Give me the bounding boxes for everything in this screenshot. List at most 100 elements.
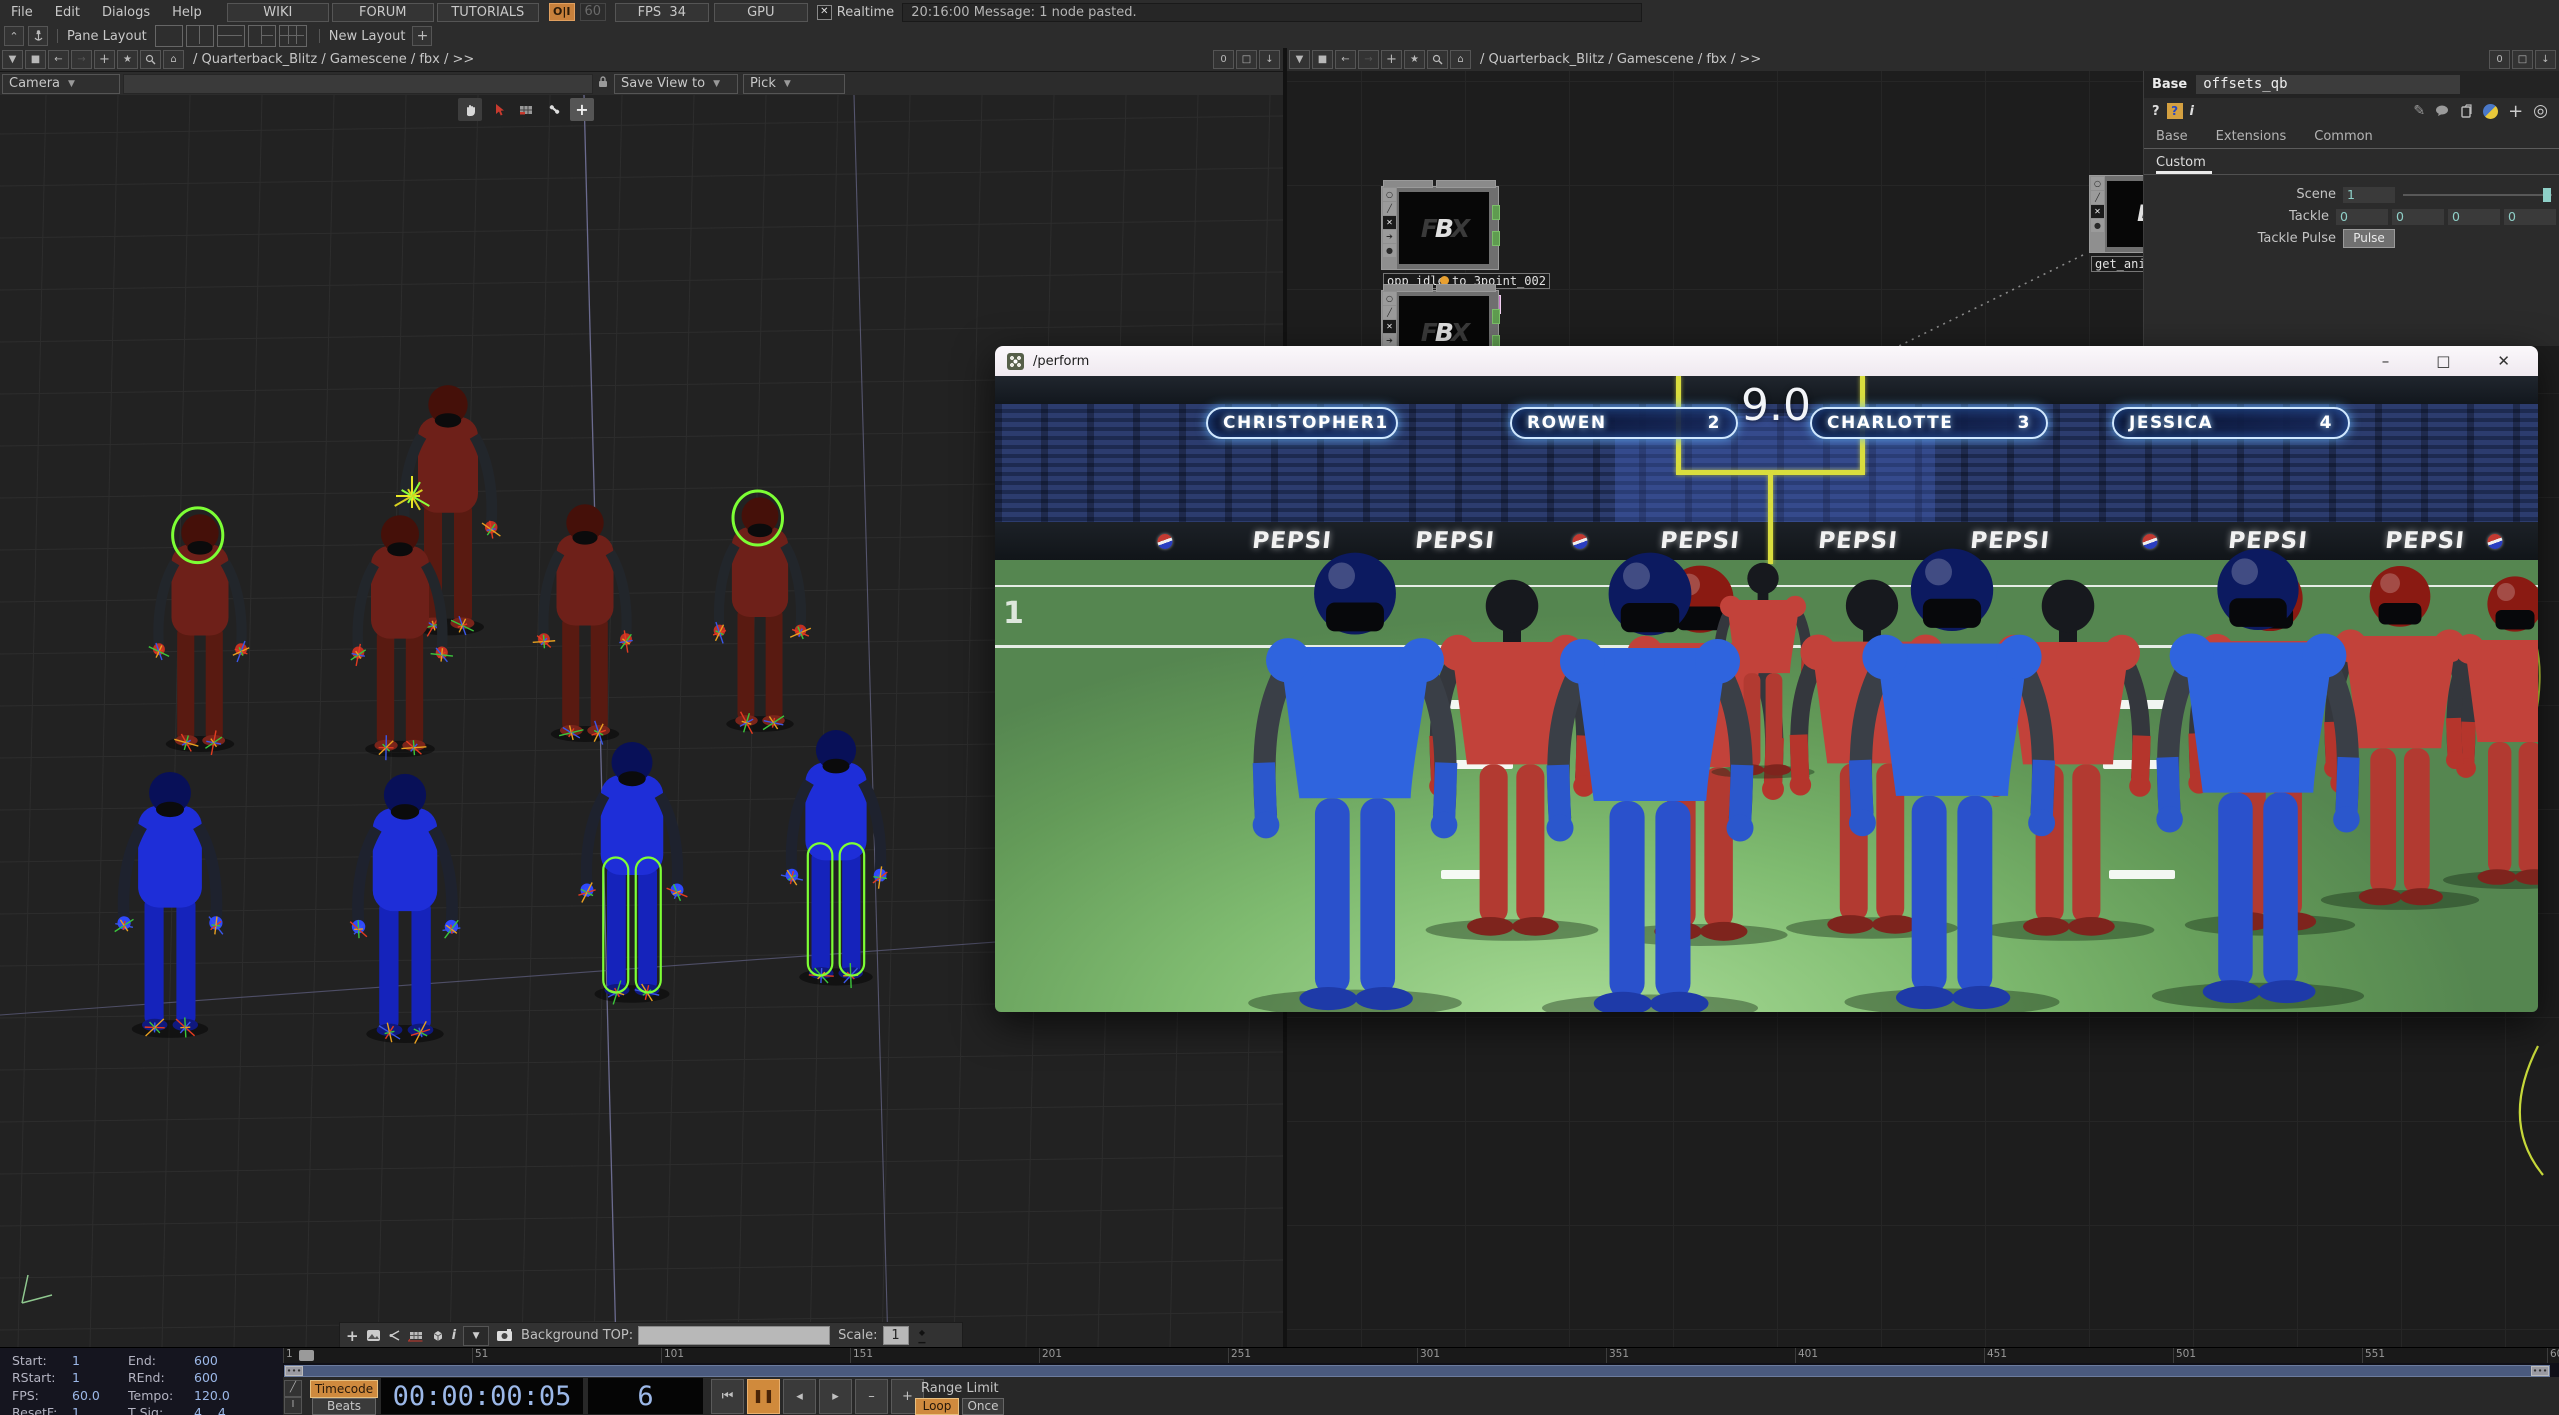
info-icon[interactable]: i [2190, 104, 2194, 119]
forward-arrow-icon[interactable]: → [71, 50, 92, 69]
step-back-button[interactable]: ◂ [783, 1379, 816, 1414]
maximize-pane-icon[interactable]: □ [2512, 50, 2533, 69]
wire-icon[interactable] [388, 1329, 401, 1342]
camera-selector[interactable]: Camera ▼ [2, 74, 120, 94]
depth-field[interactable]: 0 [1213, 50, 1234, 69]
timeline-field-value[interactable]: 1 [72, 1353, 128, 1369]
tackle-value-3[interactable]: 0 [2504, 209, 2556, 225]
help-icon[interactable]: ? [2152, 104, 2160, 119]
menu-edit[interactable]: Edit [44, 5, 91, 20]
bookmark-star-icon[interactable]: ★ [1404, 50, 1425, 69]
timeline-field-value[interactable]: 4 4 [194, 1405, 268, 1415]
viewport-player-red[interactable] [713, 491, 811, 734]
stop-icon[interactable]: ■ [1312, 50, 1333, 69]
link-button-wiki[interactable]: WIKI [227, 3, 329, 22]
add-icon[interactable]: + [1381, 50, 1402, 69]
anchor-icon[interactable] [28, 26, 48, 46]
loop-button[interactable]: Loop [915, 1398, 959, 1415]
viewport-player-red[interactable] [533, 504, 633, 744]
node-output-connector[interactable] [1492, 309, 1500, 324]
link-button-forum[interactable]: FORUM [332, 3, 434, 22]
layout-preset-single[interactable] [155, 25, 183, 47]
viewport-player-blue[interactable] [115, 772, 223, 1038]
once-button[interactable]: Once [962, 1398, 1004, 1415]
pan-hand-icon[interactable] [458, 98, 482, 121]
range-end-handle[interactable]: ∙∙∙ [2531, 1366, 2549, 1376]
scene-slider[interactable] [2403, 194, 2552, 196]
pane-type-dropdown-icon[interactable]: ▼ [2, 50, 23, 69]
timeline-field-value[interactable]: 60.0 [72, 1388, 128, 1404]
add-parameter-icon[interactable]: + [2508, 101, 2523, 122]
node-output-connector[interactable] [1492, 205, 1500, 220]
jump-start-button[interactable]: ⏮ [711, 1379, 744, 1414]
range-start-handle[interactable]: ∙∙∙ [285, 1366, 303, 1376]
back-arrow-icon[interactable]: ← [1335, 50, 1356, 69]
breadcrumb[interactable]: / Quarterback_Blitz / Gamescene / fbx / … [1480, 52, 1761, 67]
copy-parameters-icon[interactable] [2460, 104, 2473, 118]
tackle-value-2[interactable]: 0 [2448, 209, 2500, 225]
back-arrow-icon[interactable]: ← [48, 50, 69, 69]
link-button-tutorials[interactable]: TUTORIALS [437, 3, 539, 22]
gpu-indicator[interactable]: GPU [714, 3, 808, 22]
beats-mode-button[interactable]: Beats [312, 1398, 376, 1415]
geometry-grid-icon[interactable] [408, 1329, 424, 1342]
lock-icon[interactable] [597, 75, 609, 93]
layout-preset-vsplit[interactable] [186, 25, 214, 47]
tab-common[interactable]: Common [2314, 129, 2373, 144]
pick-dropdown[interactable]: Pick ▼ [743, 74, 845, 94]
layout-preset-hsplit[interactable] [217, 25, 245, 47]
pane-type-dropdown-icon[interactable]: ▼ [1289, 50, 1310, 69]
minimize-button[interactable]: – [2382, 352, 2390, 370]
maximize-pane-icon[interactable]: □ [1236, 50, 1257, 69]
comment-icon[interactable] [2435, 105, 2450, 117]
midi-io-badge[interactable]: O|I [549, 3, 575, 21]
node-output-connector[interactable] [1492, 231, 1500, 246]
timeline-field-value[interactable]: 120.0 [194, 1388, 268, 1404]
step-forward-button[interactable]: ▸ [819, 1379, 852, 1414]
menu-help[interactable]: Help [161, 5, 213, 20]
range-bar[interactable]: ∙∙∙ ∙∙∙ [284, 1365, 2550, 1377]
layout-preset-quad[interactable] [248, 25, 276, 47]
scale-field[interactable]: 1 [883, 1326, 909, 1345]
split-pane-icon[interactable]: ↓ [1259, 50, 1280, 69]
tab-extensions[interactable]: Extensions [2216, 129, 2287, 144]
depth-field[interactable]: 0 [2489, 50, 2510, 69]
realtime-checkbox-icon[interactable]: ✕ [817, 5, 832, 20]
bookmark-star-icon[interactable]: ★ [117, 50, 138, 69]
realtime-toggle[interactable]: ✕ Realtime [817, 5, 894, 20]
select-cursor-icon[interactable] [486, 98, 510, 121]
viewport-player-red[interactable] [149, 508, 249, 755]
viewport-player-blue[interactable] [781, 730, 887, 988]
save-view-dropdown[interactable]: Save View to ▼ [614, 74, 738, 94]
edit-pencil-icon[interactable]: ✎ [2413, 103, 2425, 119]
timecode-mode-button[interactable]: Timecode [310, 1380, 378, 1398]
layout-preset-grid[interactable] [279, 25, 307, 47]
plus-icon[interactable]: + [346, 1327, 359, 1345]
forward-arrow-icon[interactable]: → [1358, 50, 1379, 69]
timeline-field-value[interactable]: 1 [72, 1405, 128, 1415]
search-icon[interactable] [1427, 50, 1448, 69]
timeline-slash-button[interactable]: ╱ [284, 1380, 302, 1397]
node-flag-column[interactable]: ○╱✕➔● [1382, 187, 1397, 269]
bone-icon[interactable] [542, 98, 566, 121]
operator-name-field[interactable]: offsets_qb [2196, 75, 2460, 94]
perform-window[interactable]: /perform – □ ✕ PEPSIPEPSIPEPSIPEPSIPEPSI… [995, 346, 2538, 1012]
scale-stepper[interactable]: ◆▁ [919, 1330, 926, 1342]
tackle-value-0[interactable]: 0 [2336, 209, 2388, 225]
timeline-i-button[interactable]: I [284, 1397, 302, 1414]
timeline-field-value[interactable]: 600 [194, 1370, 268, 1386]
add-marker-icon[interactable]: + [570, 98, 594, 121]
home-icon[interactable]: ⌂ [1450, 50, 1471, 69]
close-button[interactable]: ✕ [2497, 352, 2510, 370]
collapse-icon[interactable]: ⌃ [4, 26, 24, 46]
info-icon[interactable]: i [452, 1328, 456, 1343]
playhead[interactable] [299, 1350, 314, 1361]
maximize-button[interactable]: □ [2436, 352, 2450, 370]
timeline-field-value[interactable]: 1 [72, 1370, 128, 1386]
python-expression-icon[interactable] [2483, 104, 2498, 119]
stop-icon[interactable]: ■ [25, 50, 46, 69]
grid-table-icon[interactable] [514, 98, 538, 121]
add-layout-button[interactable]: + [412, 26, 432, 46]
pause-button[interactable]: ❚❚ [747, 1379, 780, 1414]
tab-base[interactable]: Base [2156, 129, 2188, 144]
